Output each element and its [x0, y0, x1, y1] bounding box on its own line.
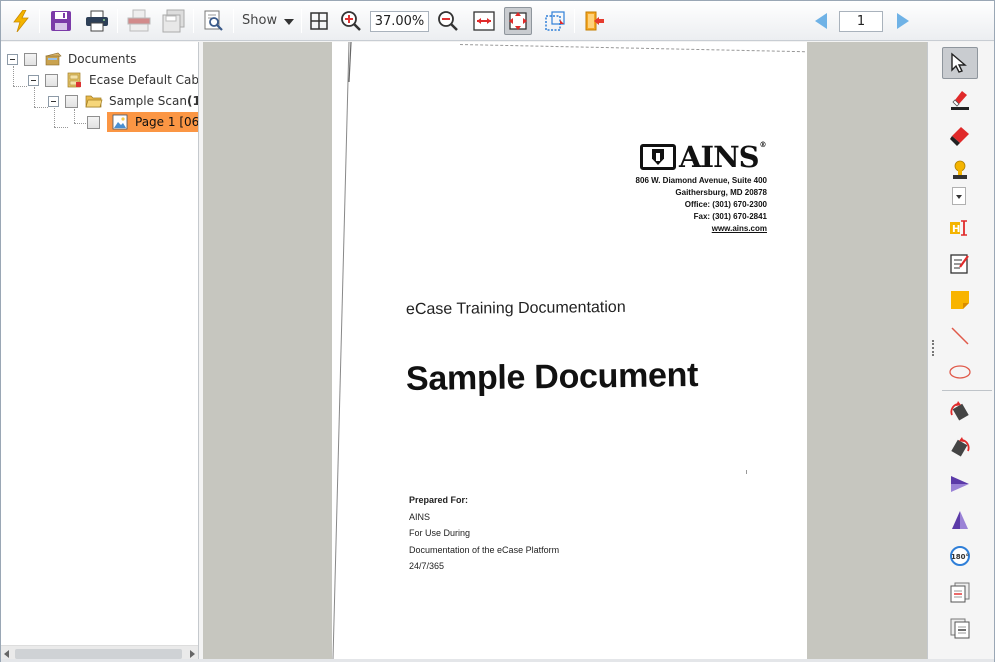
- app-window: Show 37.00% 1 Documents Ecase Default Ca…: [0, 0, 995, 662]
- address-line-2: Gaithersburg, MD 20878: [675, 188, 767, 197]
- prepared-line-4: 24/7/365: [409, 561, 445, 571]
- document-tree: Documents Ecase Default Cabine Sample Sc…: [1, 42, 199, 661]
- folder-open-icon: [85, 93, 103, 109]
- page-checkbox[interactable]: [87, 115, 100, 129]
- show-label: Show: [242, 13, 278, 28]
- svg-text:180°: 180°: [951, 553, 969, 561]
- page-remove-icon[interactable]: [942, 576, 978, 608]
- address-web: www.ains.com: [711, 224, 767, 233]
- tree-node-documents[interactable]: Documents: [7, 49, 136, 69]
- flip-vertical-icon[interactable]: [942, 504, 978, 536]
- zoom-out-icon[interactable]: [434, 7, 462, 35]
- prepared-line-3: Documentation of the eCase Platform: [409, 544, 560, 555]
- page-insert-icon[interactable]: [942, 612, 978, 644]
- text-highlight-icon[interactable]: H: [942, 212, 978, 244]
- highlighter-icon[interactable]: [942, 84, 978, 116]
- folder-count: (1): [186, 94, 198, 108]
- fit-width-icon[interactable]: [470, 7, 498, 35]
- page-preview: AINS® 806 W. Diamond Avenue, Suite 400 G…: [332, 42, 807, 659]
- select-region-icon[interactable]: [541, 7, 569, 35]
- company-address: 806 W. Diamond Avenue, Suite 400 Gaither…: [636, 175, 767, 235]
- svg-text:H: H: [952, 224, 960, 235]
- tree-label-cabinet: Ecase Default Cabine: [89, 73, 199, 87]
- cabinet-icon: [65, 72, 83, 88]
- rotate-180-icon[interactable]: 180°: [942, 540, 978, 572]
- scroll-left-icon[interactable]: [4, 650, 9, 658]
- floppy-disks-icon[interactable]: [160, 7, 188, 35]
- stamp-icon[interactable]: [948, 156, 972, 188]
- scan-mark: [746, 470, 747, 474]
- grid-icon[interactable]: [305, 7, 333, 35]
- drawer-icon: [44, 51, 62, 67]
- scan-edge-line: [332, 42, 352, 659]
- image-page-icon: [111, 114, 129, 130]
- show-dropdown[interactable]: Show: [238, 11, 296, 33]
- collapse-icon[interactable]: [28, 74, 39, 86]
- ains-emblem-icon: [640, 144, 676, 170]
- folder-checkbox[interactable]: [65, 94, 78, 108]
- print-icon[interactable]: [83, 7, 111, 35]
- tree-node-page[interactable]: Page 1 [06/1: [87, 112, 199, 132]
- documents-checkbox[interactable]: [24, 52, 37, 66]
- prepared-for-block: Prepared For: AINS For Use During Docume…: [409, 492, 559, 575]
- sticky-note-icon[interactable]: [942, 284, 978, 316]
- fit-page-icon[interactable]: [504, 7, 532, 35]
- page-number-input[interactable]: [839, 11, 883, 32]
- address-line-4: Fax: (301) 670-2841: [693, 212, 767, 221]
- tool-divider: [942, 390, 992, 391]
- folder-name: Sample Scan: [109, 94, 187, 108]
- note-edit-icon[interactable]: [942, 248, 978, 280]
- toolbar: Show: [1, 1, 994, 41]
- select-arrow-icon[interactable]: [942, 47, 978, 79]
- find-icon[interactable]: [200, 7, 228, 35]
- stamp-dropdown-chevron-icon[interactable]: [952, 187, 966, 205]
- flip-horizontal-icon[interactable]: [942, 468, 978, 500]
- scan-top-edge: [459, 44, 805, 53]
- collapse-icon[interactable]: [48, 95, 59, 107]
- rotate-left-icon[interactable]: [942, 396, 978, 428]
- cabinet-checkbox[interactable]: [45, 73, 58, 87]
- panel-splitter[interactable]: [932, 340, 934, 356]
- annotation-toolbar: H 180°: [927, 42, 994, 659]
- document-viewer[interactable]: AINS® 806 W. Diamond Avenue, Suite 400 G…: [203, 42, 927, 659]
- document-subtitle: eCase Training Documentation: [405, 298, 626, 319]
- eraser-icon[interactable]: [942, 120, 978, 152]
- rotate-right-icon[interactable]: [942, 432, 978, 464]
- document-title: Sample Document: [405, 355, 699, 399]
- chevron-down-icon: [284, 19, 294, 25]
- logo-text: AINS®: [679, 140, 767, 174]
- tree-label-folder: Sample Scan(1): [109, 94, 198, 108]
- prev-page-icon[interactable]: [815, 13, 827, 29]
- prepared-line-2: For Use During: [409, 528, 471, 538]
- scrollbar-thumb[interactable]: [15, 649, 182, 659]
- tree-node-folder[interactable]: Sample Scan(1): [48, 91, 198, 111]
- next-page-icon[interactable]: [897, 13, 909, 29]
- scroll-right-icon[interactable]: [190, 650, 195, 658]
- ains-logo: AINS®: [640, 140, 767, 174]
- collapse-icon[interactable]: [7, 53, 18, 65]
- selected-page-node[interactable]: Page 1 [06/1: [107, 112, 199, 132]
- tree-label-page: Page 1 [06/1: [135, 115, 199, 129]
- lightning-icon[interactable]: [7, 7, 35, 35]
- ellipse-icon[interactable]: [942, 356, 978, 388]
- scan-icon[interactable]: [125, 7, 153, 35]
- tree-node-cabinet[interactable]: Ecase Default Cabine: [28, 70, 199, 90]
- tree-label-documents: Documents: [68, 52, 137, 66]
- zoom-in-icon[interactable]: [337, 7, 365, 35]
- zoom-input[interactable]: [370, 11, 429, 32]
- save-icon[interactable]: [47, 7, 75, 35]
- exit-icon[interactable]: [581, 7, 609, 35]
- prepared-line-1: AINS: [409, 511, 431, 522]
- line-icon[interactable]: [942, 320, 978, 352]
- address-line-3: Office: (301) 670-2300: [684, 200, 767, 209]
- prepared-heading: Prepared For:: [409, 495, 469, 505]
- address-line-1: 806 W. Diamond Avenue, Suite 400: [635, 176, 767, 185]
